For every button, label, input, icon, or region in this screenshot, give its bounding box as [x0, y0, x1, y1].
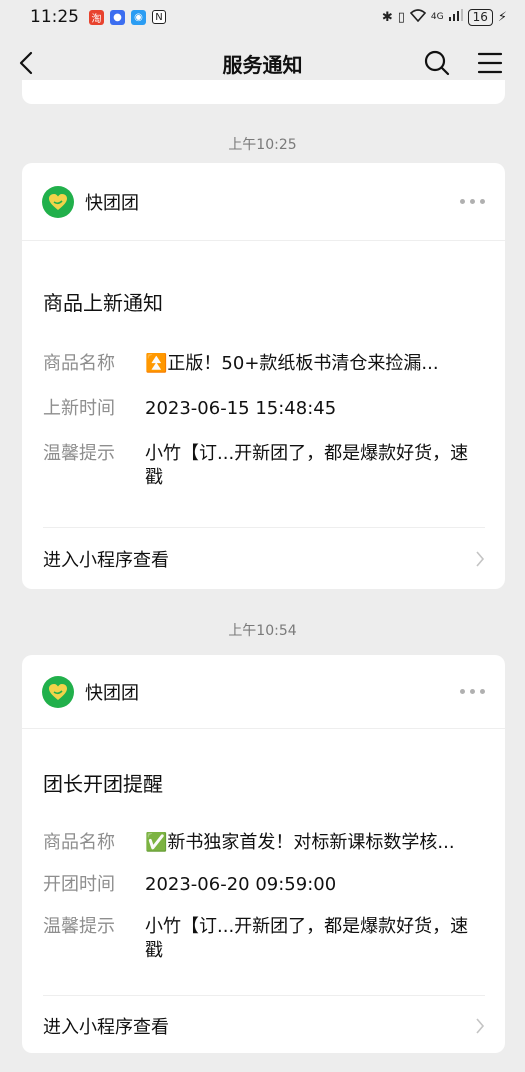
open-mini-program-link[interactable]: 进入小程序查看: [43, 546, 485, 572]
charging-icon: ⚡: [497, 9, 507, 25]
divider: [43, 995, 485, 996]
notification-title: 团长开团提醒: [43, 772, 163, 796]
field-label: 上新时间: [43, 398, 115, 419]
app-logo-icon: [42, 185, 74, 218]
card-header: 快团团: [22, 163, 505, 241]
app-notification-icon: ●: [110, 9, 125, 25]
battery-icon: 16: [467, 8, 493, 26]
more-options-icon[interactable]: [460, 199, 485, 204]
field-value: ✅新书独家首发！对标新课标数学核...: [145, 832, 455, 853]
app-name: 快团团: [85, 682, 139, 704]
status-right: ✱ ▯ 4G 16 ⚡: [381, 8, 507, 26]
field-label: 商品名称: [43, 353, 115, 374]
divider: [43, 527, 485, 528]
field-label: 开团时间: [43, 874, 115, 895]
chevron-right-icon: [476, 1018, 485, 1034]
field-value: 小竹【订...开新团了，都是爆款好货，速戳: [145, 443, 469, 488]
vibrate-icon: ▯: [397, 9, 405, 25]
notification-title: 商品上新通知: [43, 291, 163, 315]
taobao-app-icon: 淘: [89, 9, 104, 25]
bluetooth-icon: ✱: [381, 9, 393, 25]
field-product-name: 商品名称 ⏫正版！50+款纸板书清仓来捡漏...: [43, 352, 485, 376]
footer-label: 进入小程序查看: [43, 550, 169, 571]
open-mini-program-link[interactable]: 进入小程序查看: [43, 1013, 485, 1039]
back-icon[interactable]: [14, 48, 40, 78]
menu-icon[interactable]: [477, 51, 503, 75]
notification-card[interactable]: 快团团 商品上新通知 商品名称 ⏫正版！50+款纸板书清仓来捡漏... 上新时间…: [22, 163, 505, 589]
previous-card-fragment: [22, 80, 505, 104]
app-name: 快团团: [85, 192, 139, 214]
notification-card[interactable]: 快团团 团长开团提醒 商品名称 ✅新书独家首发！对标新课标数学核... 开团时间…: [22, 655, 505, 1053]
field-value: 小竹【订...开新团了，都是爆款好货，速戳: [145, 916, 469, 961]
status-time: 11:25: [30, 7, 79, 27]
notification-time: 上午10:25: [228, 137, 297, 153]
search-icon[interactable]: [423, 49, 451, 77]
chat-app-icon: ◉: [131, 9, 146, 25]
field-launch-time: 上新时间 2023-06-15 15:48:45: [43, 397, 485, 421]
field-tip: 温馨提示 小竹【订...开新团了，都是爆款好货，速戳: [43, 915, 485, 963]
field-label: 温馨提示: [43, 916, 115, 937]
field-label: 商品名称: [43, 832, 115, 853]
field-value: 2023-06-15 15:48:45: [145, 398, 337, 419]
field-product-name: 商品名称 ✅新书独家首发！对标新课标数学核...: [43, 831, 485, 855]
wifi-icon: [409, 8, 427, 26]
field-value: ⏫正版！50+款纸板书清仓来捡漏...: [145, 353, 439, 374]
field-tip: 温馨提示 小竹【订...开新团了，都是爆款好货，速戳: [43, 442, 485, 490]
chevron-right-icon: [476, 551, 485, 567]
field-value: 2023-06-20 09:59:00: [145, 874, 337, 895]
app-logo-icon: [42, 675, 74, 708]
signal-icon: [448, 9, 463, 25]
footer-label: 进入小程序查看: [43, 1017, 169, 1038]
notification-time: 上午10:54: [228, 623, 297, 639]
card-header: 快团团: [22, 655, 505, 729]
status-left: 11:25 淘 ● ◉ N: [30, 7, 166, 27]
page-title: 服务通知: [222, 52, 303, 77]
nfc-icon: N: [152, 10, 166, 24]
status-bar: 11:25 淘 ● ◉ N ✱ ▯ 4G 16 ⚡: [0, 0, 525, 34]
field-label: 温馨提示: [43, 443, 115, 464]
network-type: 4G: [430, 12, 444, 22]
field-open-time: 开团时间 2023-06-20 09:59:00: [43, 873, 485, 897]
more-options-icon[interactable]: [460, 689, 485, 694]
